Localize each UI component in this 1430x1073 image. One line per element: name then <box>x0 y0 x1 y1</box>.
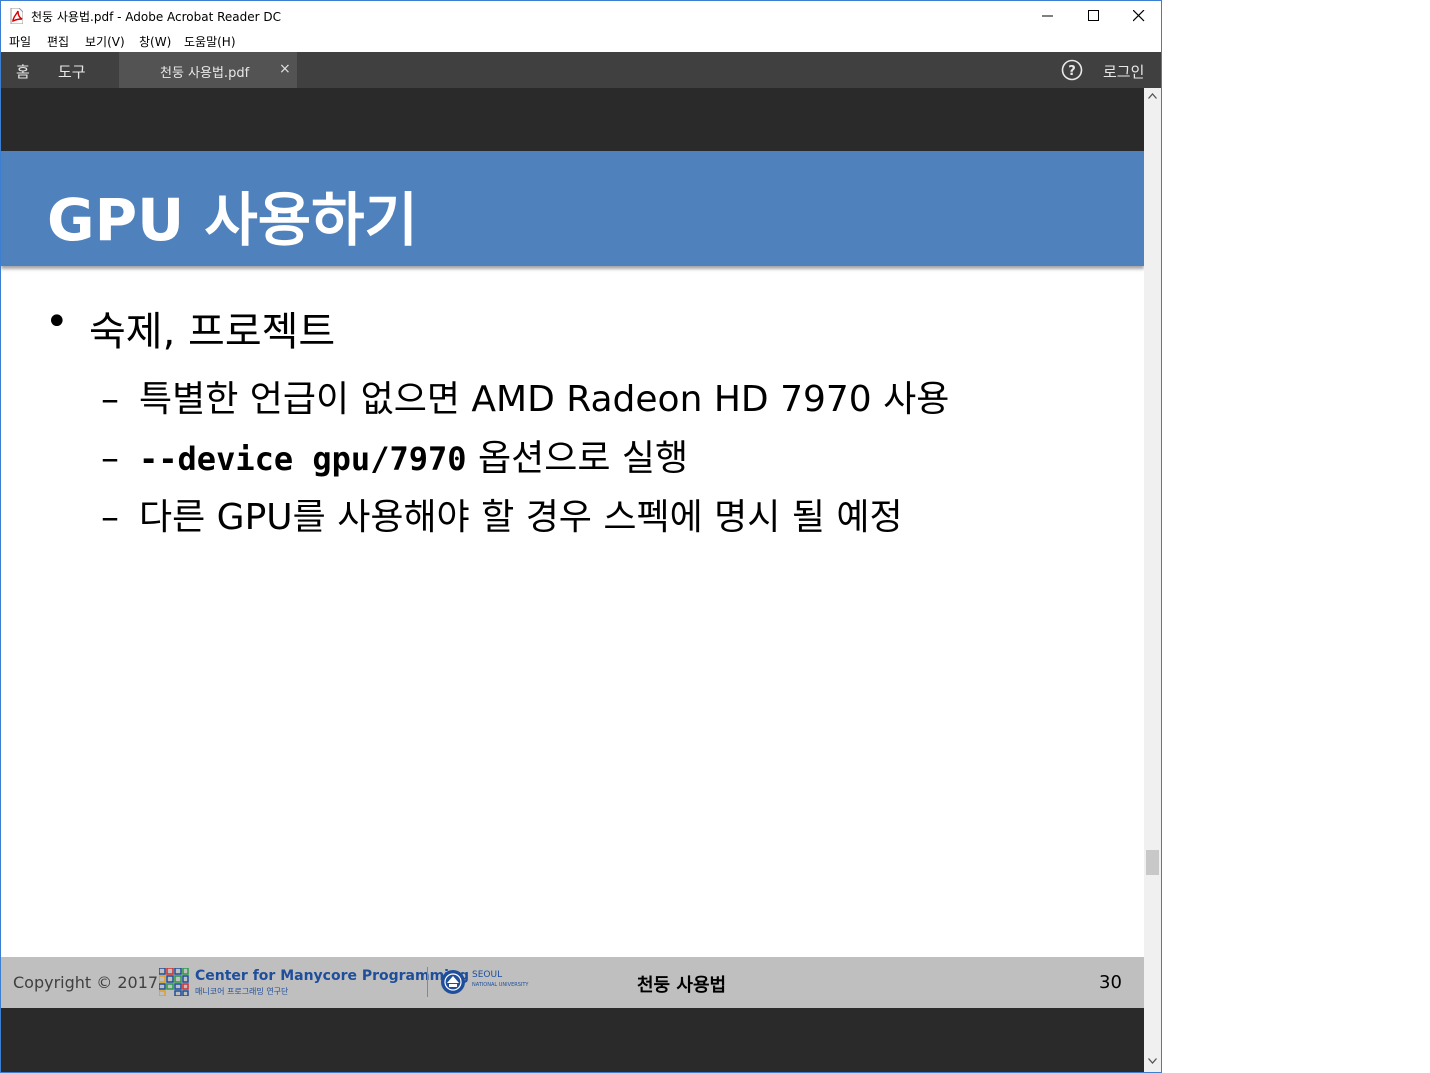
center-subtitle: 매니코어 프로그래밍 연구단 <box>195 987 289 996</box>
sub-bullet-marker: – <box>101 438 119 479</box>
menu-view[interactable]: 보기(V) <box>85 33 125 50</box>
sub-bullet-text: 다른 GPU를 사용해야 할 경우 스펙에 명시 될 예정 <box>139 497 903 538</box>
maximize-icon <box>1088 10 1099 21</box>
scroll-thumb[interactable] <box>1146 850 1159 875</box>
bullet-item: 숙제, 프로젝트 <box>89 309 336 355</box>
code-snippet: --device gpu/7970 <box>139 440 467 478</box>
page-number: 30 <box>1099 972 1122 993</box>
sub-bullet-2: – --device gpu/7970 옵션으로 실행 <box>101 429 688 481</box>
sub-bullet-text: 옵션으로 실행 <box>466 438 689 479</box>
sub-bullet-marker: – <box>101 497 119 538</box>
university-subtitle: NATIONAL UNIVERSITY <box>472 982 529 988</box>
minimize-icon <box>1042 15 1053 17</box>
pdf-page: GPU 사용하기 • 숙제, 프로젝트 – 특별한 언급이 없으면 AMD Rad… <box>1 151 1144 1008</box>
university-name: SEOUL <box>472 970 503 980</box>
university-emblem-icon <box>441 970 465 994</box>
sub-bullet-1: – 특별한 언급이 없으면 AMD Radeon HD 7970 사용 <box>101 370 949 422</box>
sub-bullet-3: – 다른 GPU를 사용해야 할 경우 스펙에 명시 될 예정 <box>101 488 903 540</box>
menu-help[interactable]: 도움말(H) <box>184 33 236 50</box>
close-icon <box>1133 10 1145 22</box>
tab-bar: 홈 도구 천둥 사용법.pdf × ? 로그인 <box>1 52 1161 88</box>
sub-bullet-marker: – <box>101 379 119 420</box>
tab-home[interactable]: 홈 <box>16 61 30 82</box>
slide-footer: Copyright © 2017 Center for Manycore Pro… <box>1 957 1144 1008</box>
footer-divider <box>427 967 428 997</box>
menu-file[interactable]: 파일 <box>9 33 31 50</box>
close-tab-button[interactable]: × <box>279 61 291 77</box>
vertical-scrollbar[interactable] <box>1144 88 1161 1072</box>
help-icon[interactable]: ? <box>1061 59 1083 81</box>
maximize-button[interactable] <box>1071 1 1117 31</box>
menu-edit[interactable]: 편집 <box>47 33 69 50</box>
login-button[interactable]: 로그인 <box>1103 61 1144 82</box>
acrobat-window: 천둥 사용법.pdf - Adobe Acrobat Reader DC 파일 … <box>0 0 1162 1073</box>
sub-bullet-text: 특별한 언급이 없으면 AMD Radeon HD 7970 사용 <box>139 379 950 420</box>
slide-title: GPU 사용하기 <box>47 186 418 254</box>
tab-tools[interactable]: 도구 <box>58 61 86 82</box>
pdf-file-icon <box>10 8 23 24</box>
scroll-up-icon[interactable] <box>1148 93 1157 99</box>
minimize-button[interactable] <box>1025 1 1071 31</box>
menu-window[interactable]: 창(W) <box>139 33 171 50</box>
document-tab-label: 천둥 사용법.pdf <box>160 66 250 81</box>
scroll-down-icon[interactable] <box>1148 1058 1157 1064</box>
manycore-logo-icon <box>159 968 189 996</box>
bullet-marker: • <box>45 299 69 345</box>
copyright-text: Copyright © 2017 <box>13 973 159 992</box>
tab-document[interactable]: 천둥 사용법.pdf × <box>119 52 297 88</box>
close-window-button[interactable] <box>1116 1 1161 31</box>
window-title: 천둥 사용법.pdf - Adobe Acrobat Reader DC <box>31 10 282 24</box>
document-viewport[interactable]: GPU 사용하기 • 숙제, 프로젝트 – 특별한 언급이 없으면 AMD Rad… <box>1 88 1144 1072</box>
menu-bar: 파일 편집 보기(V) 창(W) 도움말(H) <box>1 31 1161 52</box>
svg-text:?: ? <box>1068 64 1076 79</box>
slide-header: GPU 사용하기 <box>1 151 1144 266</box>
title-bar: 천둥 사용법.pdf - Adobe Acrobat Reader DC <box>1 1 1161 31</box>
footer-title: 천둥 사용법 <box>637 975 727 996</box>
